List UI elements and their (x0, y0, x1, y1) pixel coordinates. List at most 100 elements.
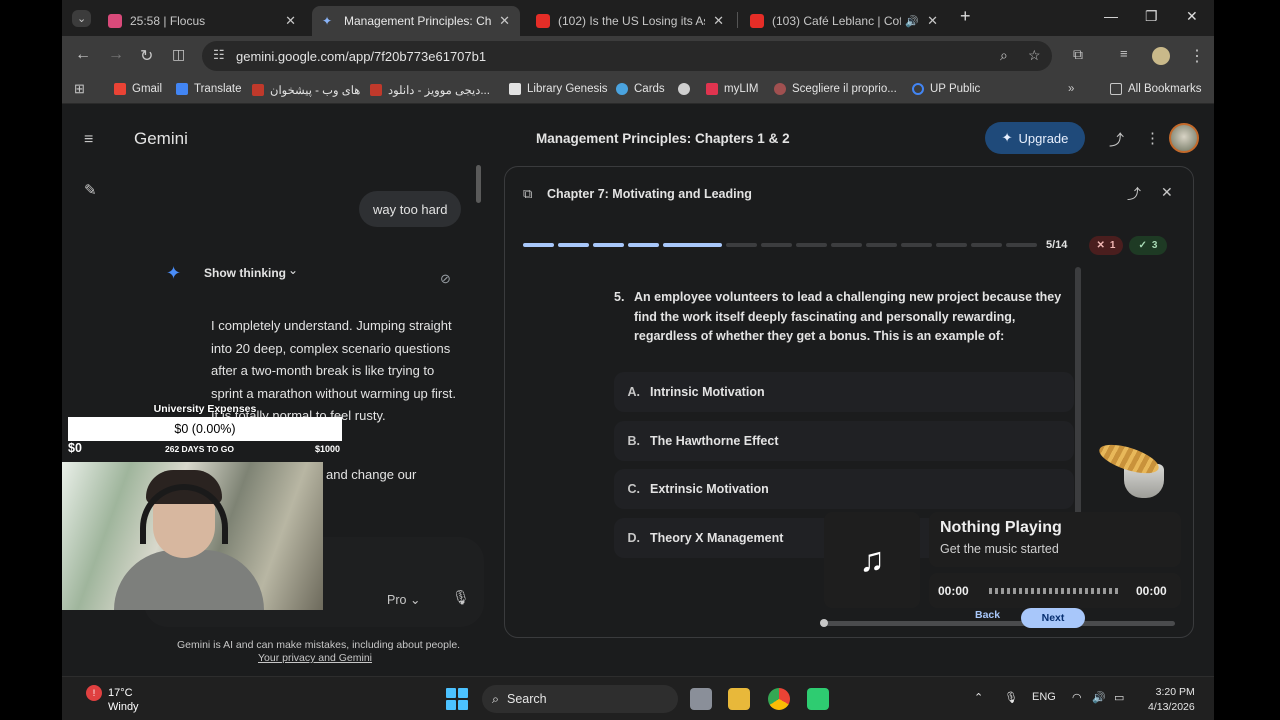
close-tab-icon[interactable]: ✕ (499, 13, 510, 29)
restore-icon[interactable]: ❐ (1145, 8, 1158, 25)
gemini-spark-icon: ✦ (166, 263, 182, 283)
quiz-scrollbar[interactable] (1075, 267, 1081, 517)
system-clock[interactable]: 3:20 PM 4/13/2026 (1148, 685, 1195, 715)
profile-avatar[interactable] (1152, 47, 1170, 65)
chat-scrollbar[interactable] (476, 165, 481, 203)
extensions-icon[interactable]: ⧉ (1073, 46, 1083, 63)
more-bookmarks-chevron-icon[interactable]: » (1068, 83, 1074, 95)
upgrade-button[interactable]: ✦ Upgrade (985, 122, 1085, 154)
close-tab-icon[interactable]: ✕ (285, 13, 296, 29)
omnibox[interactable]: ☷ gemini.google.com/app/7f20b773e61707b1… (202, 41, 1052, 71)
split-view-icon[interactable]: ◫ (172, 46, 185, 63)
tab-title: Management Principles: Chapte (344, 14, 492, 28)
microphone-icon[interactable]: 🎙 (452, 589, 470, 606)
tab-youtube-102[interactable]: (102) Is the US Losing its Asian ✕ (526, 6, 734, 36)
more-options-icon[interactable]: ⋮ (1145, 129, 1160, 147)
budget-title: University Expenses (153, 403, 257, 415)
music-progress-track[interactable] (989, 588, 1121, 594)
bookmark-globe[interactable] (678, 83, 696, 95)
hide-response-icon[interactable]: ⊘ (440, 271, 451, 287)
answer-option-a[interactable]: A. Intrinsic Motivation (614, 372, 1074, 412)
privacy-link[interactable]: Your privacy and Gemini (258, 652, 372, 664)
fries-pot-sticker (1096, 438, 1188, 506)
bookmark-scegliere[interactable]: Scegliere il proprio... (774, 83, 897, 95)
music-note-icon: ♫ (824, 512, 920, 608)
site-info-icon[interactable]: ☷ (213, 47, 225, 63)
sparkle-icon: ✦ (1001, 130, 1013, 145)
new-tab-icon[interactable]: + (960, 6, 971, 27)
scroll-handle[interactable] (820, 619, 828, 627)
taskbar-search[interactable]: ⌕ Search (482, 685, 678, 713)
new-chat-icon[interactable]: ✎ (84, 181, 97, 199)
bookmark-digimoviez[interactable]: دیجی موویز - دانلود... (370, 83, 490, 97)
language-indicator[interactable]: ENG (1032, 691, 1056, 703)
wifi-icon[interactable]: ◠ (1072, 691, 1082, 704)
model-label: Pro (387, 593, 407, 607)
reload-icon[interactable]: ↻ (140, 46, 153, 66)
share-icon[interactable]: ⤴ (1127, 184, 1141, 204)
close-tab-icon[interactable]: ✕ (927, 13, 938, 29)
volume-icon[interactable]: 🔊 (1092, 691, 1106, 704)
progress-segment-current (663, 243, 722, 247)
green-app-icon[interactable] (807, 688, 829, 710)
wrong-count: 1 (1109, 240, 1116, 251)
tab-search-icon[interactable]: ⌄ (72, 10, 92, 27)
apps-grid-icon[interactable]: ⊞ (74, 81, 85, 97)
bookmark-up-public[interactable]: UP Public (912, 83, 980, 95)
bookmark-persian-web[interactable]: های وب - پیشخوان (252, 83, 360, 97)
tab-title: 25:58 | Flocus (130, 14, 206, 28)
media-controls-icon[interactable]: ≡ (1120, 46, 1128, 61)
audio-playing-icon[interactable]: 🔊 (905, 15, 919, 28)
minimize-icon[interactable]: — (1104, 8, 1118, 24)
progress-segment (796, 243, 827, 247)
bookmark-translate[interactable]: Translate (176, 83, 242, 95)
budget-max-label: $1000 (315, 444, 341, 454)
music-info-card: Nothing Playing Get the music started (929, 512, 1181, 567)
account-avatar[interactable] (1169, 123, 1199, 153)
bookmark-mylim[interactable]: myLIM (706, 83, 759, 95)
close-window-icon[interactable]: ✕ (1186, 8, 1198, 25)
chrome-menu-icon[interactable]: ⋮ (1189, 46, 1205, 66)
microphone-tray-icon[interactable]: 🎙 (1004, 691, 1018, 704)
up-public-icon (912, 83, 924, 95)
show-thinking-toggle[interactable]: Show thinking (204, 266, 286, 280)
close-tab-icon[interactable]: ✕ (713, 13, 724, 29)
windows-start-icon[interactable] (446, 688, 468, 710)
bookmark-library-genesis[interactable]: Library Genesis (509, 83, 608, 95)
budget-min-label: $0 (68, 441, 82, 455)
weather-widget[interactable]: 17°C Windy (108, 686, 139, 714)
back-arrow-icon[interactable]: ← (75, 46, 91, 64)
ai-disclaimer: Gemini is AI and can make mistakes, incl… (177, 639, 461, 651)
music-progress-card: 00:00 00:00 (929, 573, 1181, 608)
webcam-feed (62, 462, 323, 610)
answer-option-b[interactable]: B. The Hawthorne Effect (614, 421, 1074, 461)
battery-icon[interactable]: ▭ (1114, 691, 1124, 704)
back-button[interactable]: Back (975, 609, 1000, 621)
weather-alert-icon[interactable]: ! (86, 685, 102, 701)
model-selector[interactable]: Pro ⌄ (387, 592, 420, 607)
bookmark-gmail[interactable]: Gmail (114, 83, 162, 95)
chevron-down-icon[interactable]: ⌄ (288, 263, 298, 277)
tab-flocus[interactable]: 25:58 | Flocus ✕ (98, 6, 306, 36)
budget-amount: $0 (0.00%) (174, 422, 236, 436)
gemini-favicon-icon: ✦ (322, 14, 333, 28)
tab-gemini[interactable]: ✦ Management Principles: Chapte ✕ (312, 6, 520, 36)
forward-arrow-icon[interactable]: → (108, 46, 124, 64)
task-view-icon[interactable] (690, 688, 712, 710)
chrome-icon[interactable] (768, 688, 790, 710)
main-menu-icon[interactable]: ≡ (84, 131, 93, 149)
tab-youtube-103[interactable]: (103) Café Leblanc | Coffee 🔊 ✕ (740, 6, 948, 36)
conversation-title[interactable]: Management Principles: Chapters 1 & 2 (536, 131, 790, 146)
bookmark-star-icon[interactable]: ☆ (1028, 47, 1041, 64)
show-hidden-icons-chevron[interactable]: ⌃ (974, 691, 983, 704)
answer-option-c[interactable]: C. Extrinsic Motivation (614, 469, 1074, 509)
share-icon[interactable]: ⤴ (1109, 129, 1124, 150)
bookmark-cards[interactable]: Cards (616, 83, 665, 95)
zoom-search-icon[interactable]: ⌕ (1000, 47, 1008, 64)
all-bookmarks-folder[interactable]: All Bookmarks (1110, 83, 1202, 95)
file-explorer-icon[interactable] (728, 688, 750, 710)
next-button[interactable]: Next (1021, 608, 1085, 628)
close-icon[interactable]: ✕ (1161, 184, 1173, 201)
option-letter: A. (627, 385, 641, 399)
quiz-horizontal-scrollbar[interactable] (820, 619, 1175, 627)
